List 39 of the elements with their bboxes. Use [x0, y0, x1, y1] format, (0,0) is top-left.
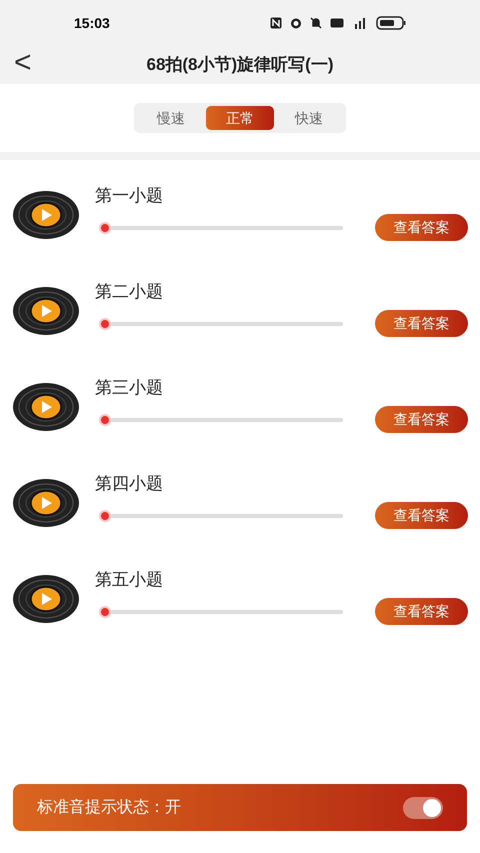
page-title: 68拍(8小节)旋律听写(一): [146, 54, 334, 76]
bottom-status-text: 标准音提示状态：开: [37, 798, 181, 818]
progress-slider[interactable]: [99, 606, 343, 618]
progress-slider[interactable]: [99, 222, 343, 234]
slider-thumb[interactable]: [99, 510, 111, 522]
answer-button[interactable]: 查看答案: [375, 598, 468, 626]
battery-icon: [376, 16, 406, 30]
hd-icon: [330, 18, 344, 28]
status-time: 15:03: [74, 14, 110, 32]
nfc-icon: [270, 17, 282, 29]
slider-thumb[interactable]: [99, 606, 111, 618]
progress-slider[interactable]: [99, 414, 343, 426]
toggle-switch[interactable]: [403, 796, 443, 818]
answer-button[interactable]: 查看答案: [375, 502, 468, 530]
question-title: 第二小题: [95, 280, 164, 303]
question-title: 第三小题: [95, 376, 164, 399]
question-title: 第一小题: [95, 184, 164, 207]
back-button[interactable]: <: [14, 48, 32, 78]
mute-icon: [310, 17, 322, 29]
speed-tab[interactable]: 快速: [278, 106, 340, 130]
slider-thumb[interactable]: [99, 222, 111, 234]
answer-button[interactable]: 查看答案: [375, 406, 468, 434]
question-title: 第五小题: [95, 568, 164, 591]
slider-thumb[interactable]: [99, 318, 111, 330]
question-title: 第四小题: [95, 472, 164, 495]
slider-thumb[interactable]: [99, 414, 111, 426]
speed-tab[interactable]: 慢速: [140, 106, 202, 130]
signal-icon: [352, 17, 368, 29]
answer-button[interactable]: 查看答案: [375, 214, 468, 242]
alarm-icon: [290, 17, 302, 29]
play-record-icon[interactable]: [12, 574, 80, 624]
play-record-icon[interactable]: [12, 190, 80, 240]
speed-tab[interactable]: 正常: [206, 106, 274, 130]
progress-slider[interactable]: [99, 510, 343, 522]
play-record-icon[interactable]: [12, 478, 80, 528]
play-record-icon[interactable]: [12, 286, 80, 336]
answer-button[interactable]: 查看答案: [375, 310, 468, 338]
progress-slider[interactable]: [99, 318, 343, 330]
play-record-icon[interactable]: [12, 382, 80, 432]
